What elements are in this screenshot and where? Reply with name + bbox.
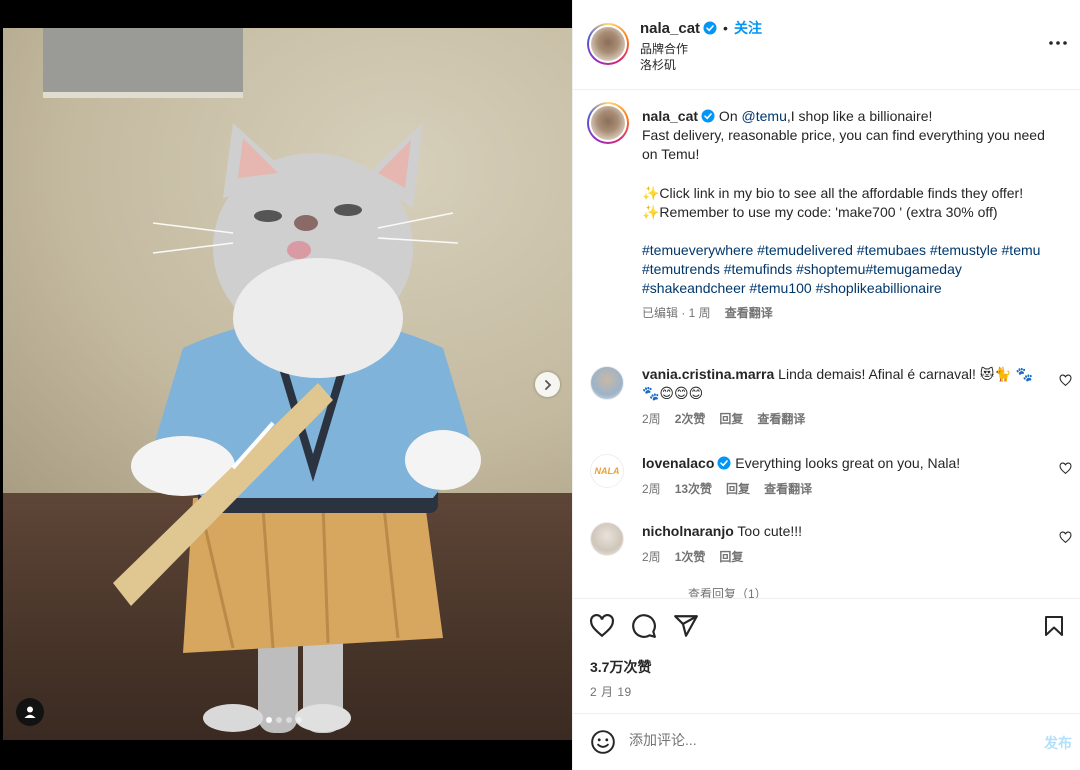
- carousel-dot: [266, 717, 272, 723]
- reply-button[interactable]: 回复: [726, 480, 750, 499]
- comment-item: vania.cristina.marra Linda demais! Afina…: [642, 365, 1042, 430]
- verified-badge-icon: [703, 21, 717, 35]
- comment-item: lovenalaco Everything looks great on you…: [642, 454, 1042, 499]
- post-side-panel: nala_cat • 关注 品牌合作 洛杉矶 nala_cat On @temu…: [572, 0, 1080, 770]
- view-replies-link[interactable]: 查看回复（1）: [688, 585, 767, 598]
- bookmark-save-icon[interactable]: [1042, 613, 1066, 639]
- comment-text: Too cute!!!: [733, 523, 803, 539]
- author-username[interactable]: nala_cat: [640, 20, 700, 37]
- caption-text: ✨Click link in my bio to see all the aff…: [642, 184, 1024, 201]
- chevron-right-icon: [544, 379, 551, 390]
- comment-avatar[interactable]: [590, 522, 624, 556]
- comment-likes[interactable]: 2次赞: [675, 410, 706, 429]
- edited-time: 已编辑 · 1 周: [642, 305, 711, 320]
- post-caption: nala_cat On @temu,I shop like a billiona…: [642, 107, 1062, 323]
- see-translation-link[interactable]: 查看翻译: [757, 410, 805, 429]
- separator-bullet: •: [723, 20, 728, 36]
- more-horizontal-icon[interactable]: [1048, 33, 1068, 53]
- comment-meta: 2周 13次赞 回复 查看翻译: [642, 480, 1042, 499]
- caption-avatar[interactable]: [587, 102, 629, 144]
- comment-bubble-icon[interactable]: [631, 613, 657, 639]
- user-icon: [24, 706, 36, 718]
- comment-composer: 发布: [573, 713, 1080, 770]
- comment-username[interactable]: vania.cristina.marra: [642, 366, 774, 382]
- comment-like-heart-icon[interactable]: [1059, 462, 1072, 475]
- comment-avatar[interactable]: [590, 366, 624, 400]
- post-photo[interactable]: [3, 28, 572, 740]
- likes-count[interactable]: 3.7万次赞: [590, 657, 651, 677]
- follow-button[interactable]: 关注: [734, 18, 762, 38]
- next-image-button[interactable]: [535, 372, 560, 397]
- comment-username[interactable]: nicholnaranjo: [642, 523, 734, 539]
- comment-input[interactable]: [629, 732, 1009, 748]
- comment-text: Everything looks great on you, Nala!: [731, 455, 961, 471]
- caption-text: ,I shop like a billionaire!: [786, 108, 933, 124]
- comment-item: nicholnaranjo Too cute!!! 2周 1次赞 回复: [642, 522, 1042, 567]
- like-heart-icon[interactable]: [589, 613, 615, 639]
- caption-meta: 已编辑 · 1 周 查看翻译: [642, 304, 1062, 323]
- post-media: [0, 0, 572, 770]
- mention-link[interactable]: @temu: [742, 108, 787, 124]
- cat-illustration: [113, 123, 481, 733]
- post-actions: 3.7万次赞 2 月 19: [573, 598, 1080, 713]
- see-translation-link[interactable]: 查看翻译: [725, 304, 773, 323]
- comment-like-heart-icon[interactable]: [1059, 374, 1072, 387]
- carousel-dot: [286, 717, 292, 723]
- comment-age: 2周: [642, 412, 661, 427]
- comment-age: 2周: [642, 550, 661, 565]
- comment-age: 2周: [642, 482, 661, 497]
- comment-username[interactable]: lovenalaco: [642, 455, 714, 471]
- author-line: nala_cat • 关注: [640, 18, 762, 38]
- comment-avatar[interactable]: NALA: [590, 454, 624, 488]
- avatar-logo-text: NALA: [594, 466, 620, 476]
- comment-meta: 2周 2次赞 回复 查看翻译: [642, 410, 1042, 429]
- carousel-dot: [296, 717, 302, 723]
- reply-button[interactable]: 回复: [719, 410, 743, 429]
- post-header: nala_cat • 关注 品牌合作 洛杉矶: [573, 0, 1080, 90]
- author-avatar[interactable]: [587, 23, 629, 65]
- reply-button[interactable]: 回复: [719, 548, 743, 567]
- caption-username[interactable]: nala_cat: [642, 108, 698, 124]
- paid-partnership-label[interactable]: 品牌合作: [640, 40, 688, 57]
- comments-feed[interactable]: nala_cat On @temu,I shop like a billiona…: [573, 91, 1080, 598]
- caption-text: On: [715, 108, 742, 124]
- see-translation-link[interactable]: 查看翻译: [764, 480, 812, 499]
- tagged-users-button[interactable]: [16, 698, 44, 726]
- verified-badge-icon: [717, 456, 731, 470]
- post-comment-button[interactable]: 发布: [1044, 733, 1072, 753]
- comment-likes[interactable]: 13次赞: [675, 480, 712, 499]
- share-send-icon[interactable]: [673, 613, 699, 639]
- location-label[interactable]: 洛杉矶: [640, 56, 676, 73]
- comment-meta: 2周 1次赞 回复: [642, 548, 1042, 567]
- carousel-dot: [276, 717, 282, 723]
- carousel-indicator: [266, 717, 302, 723]
- comment-like-heart-icon[interactable]: [1059, 531, 1072, 544]
- caption-text: ✨Remember to use my code: 'make700 ' (ex…: [642, 203, 998, 220]
- emoji-icon[interactable]: [590, 729, 616, 755]
- hashtags[interactable]: #temueverywhere #temudelivered #temubaes…: [642, 241, 1062, 299]
- comment-likes[interactable]: 1次赞: [675, 548, 706, 567]
- verified-badge-icon: [701, 109, 715, 123]
- post-date: 2 月 19: [590, 685, 632, 699]
- caption-text: Fast delivery, reasonable price, you can…: [642, 127, 1045, 163]
